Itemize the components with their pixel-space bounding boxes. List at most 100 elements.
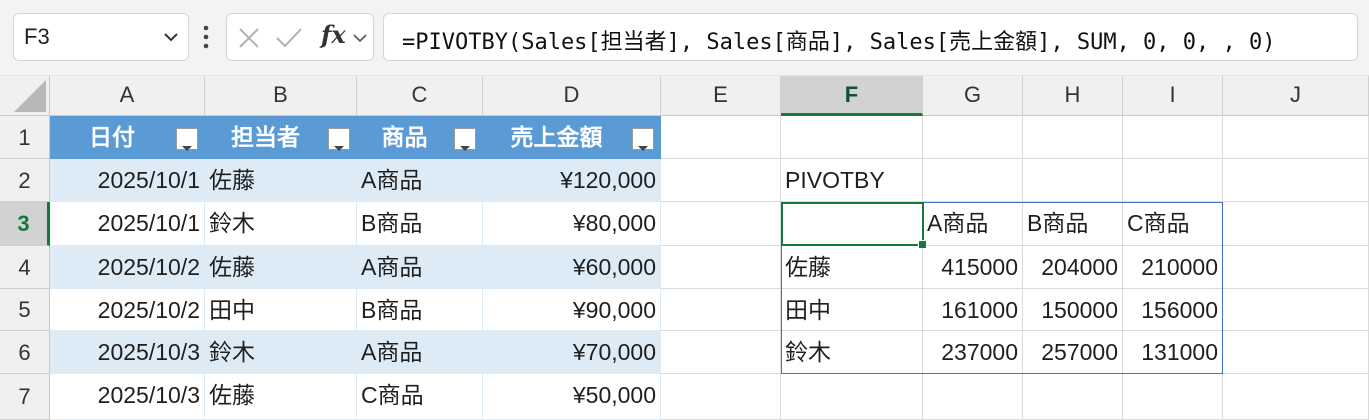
pivot-value-cell[interactable]: 210000: [1123, 246, 1223, 289]
pivot-title[interactable]: PIVOTBY: [781, 159, 923, 202]
table-cell[interactable]: A商品: [357, 159, 483, 202]
grid-cell[interactable]: [781, 374, 923, 420]
table-cell[interactable]: 2025/10/2: [50, 246, 205, 289]
grid-cell[interactable]: [923, 374, 1023, 420]
table-cell[interactable]: ¥60,000: [483, 246, 661, 289]
formula-input[interactable]: =PIVOTBY(Sales[担当者], Sales[商品], Sales[売上…: [383, 13, 1358, 61]
table-cell[interactable]: 2025/10/1: [50, 202, 205, 246]
grid-cell[interactable]: [781, 116, 923, 159]
table-cell[interactable]: ¥50,000: [483, 374, 661, 420]
grid-cell[interactable]: [1123, 374, 1223, 420]
table-cell[interactable]: C商品: [357, 374, 483, 420]
table-cell[interactable]: 佐藤: [205, 159, 357, 202]
chevron-down-icon[interactable]: [160, 26, 182, 48]
table-header-cell[interactable]: 担当者: [205, 116, 357, 159]
grid-cell[interactable]: [661, 202, 781, 246]
table-cell[interactable]: A商品: [357, 331, 483, 374]
grid-cell[interactable]: [1123, 116, 1223, 159]
column-header-b[interactable]: B: [205, 76, 357, 116]
fill-handle[interactable]: [918, 240, 927, 249]
column-header-d[interactable]: D: [483, 76, 661, 116]
grid-cell[interactable]: [1223, 202, 1369, 246]
table-cell[interactable]: 佐藤: [205, 246, 357, 289]
grid-cell[interactable]: [661, 159, 781, 202]
name-box[interactable]: F3: [13, 13, 189, 61]
grid-cell[interactable]: [1023, 374, 1123, 420]
grid-cell[interactable]: [661, 374, 781, 420]
grid-cell[interactable]: [1023, 116, 1123, 159]
table-cell[interactable]: 2025/10/1: [50, 159, 205, 202]
row-header-2[interactable]: 2: [0, 159, 50, 202]
column-header-g[interactable]: G: [923, 76, 1023, 116]
grid-cell[interactable]: [923, 159, 1023, 202]
grid-cell[interactable]: [1223, 331, 1369, 374]
grid-cell[interactable]: [661, 331, 781, 374]
column-header-j[interactable]: J: [1223, 76, 1369, 116]
row-header-1[interactable]: 1: [0, 116, 50, 159]
grid-cell[interactable]: [1223, 116, 1369, 159]
table-cell[interactable]: A商品: [357, 246, 483, 289]
pivot-row-label[interactable]: 鈴木: [781, 331, 923, 374]
pivot-value-cell[interactable]: 204000: [1023, 246, 1123, 289]
pivot-value-cell[interactable]: 150000: [1023, 289, 1123, 331]
table-cell[interactable]: ¥80,000: [483, 202, 661, 246]
table-cell[interactable]: B商品: [357, 202, 483, 246]
pivot-column-header[interactable]: B商品: [1023, 202, 1123, 246]
grid-cell[interactable]: [1023, 159, 1123, 202]
grid-cell[interactable]: [661, 289, 781, 331]
table-cell[interactable]: 2025/10/3: [50, 374, 205, 420]
table-cell[interactable]: 2025/10/2: [50, 289, 205, 331]
table-cell[interactable]: 鈴木: [205, 202, 357, 246]
pivot-value-cell[interactable]: 156000: [1123, 289, 1223, 331]
row-header-5[interactable]: 5: [0, 289, 50, 331]
chevron-down-icon[interactable]: [351, 30, 369, 46]
column-header-e[interactable]: E: [661, 76, 781, 116]
pivot-column-header[interactable]: C商品: [1123, 202, 1223, 246]
pivot-value-cell[interactable]: 237000: [923, 331, 1023, 374]
grid-cell[interactable]: [661, 246, 781, 289]
insert-function-button[interactable]: fx: [321, 20, 346, 49]
grid-cell[interactable]: [1123, 159, 1223, 202]
cancel-icon[interactable]: [237, 26, 261, 50]
table-header-cell[interactable]: 商品: [357, 116, 483, 159]
more-options-icon[interactable]: [199, 24, 213, 50]
filter-dropdown-button[interactable]: [176, 128, 198, 151]
column-header-h[interactable]: H: [1023, 76, 1123, 116]
grid-cell[interactable]: [1223, 374, 1369, 420]
pivot-row-label[interactable]: 佐藤: [781, 246, 923, 289]
select-all-corner[interactable]: [0, 76, 50, 116]
pivot-value-cell[interactable]: 415000: [923, 246, 1023, 289]
pivot-value-cell[interactable]: 131000: [1123, 331, 1223, 374]
row-header-7[interactable]: 7: [0, 374, 50, 420]
table-cell[interactable]: ¥120,000: [483, 159, 661, 202]
row-header-4[interactable]: 4: [0, 246, 50, 289]
row-header-3[interactable]: 3: [0, 202, 50, 246]
pivot-value-cell[interactable]: 257000: [1023, 331, 1123, 374]
filter-dropdown-button[interactable]: [454, 128, 476, 151]
column-header-f[interactable]: F: [781, 76, 923, 116]
table-cell[interactable]: 佐藤: [205, 374, 357, 420]
column-header-i[interactable]: I: [1123, 76, 1223, 116]
filter-dropdown-button[interactable]: [632, 128, 654, 151]
column-header-a[interactable]: A: [50, 76, 205, 116]
row-header-6[interactable]: 6: [0, 331, 50, 374]
table-cell[interactable]: 鈴木: [205, 331, 357, 374]
table-cell[interactable]: 田中: [205, 289, 357, 331]
pivot-row-label[interactable]: 田中: [781, 289, 923, 331]
table-header-cell[interactable]: 日付: [50, 116, 205, 159]
column-header-c[interactable]: C: [357, 76, 483, 116]
filter-dropdown-button[interactable]: [328, 128, 350, 151]
pivot-column-header[interactable]: A商品: [923, 202, 1023, 246]
table-cell[interactable]: ¥70,000: [483, 331, 661, 374]
table-cell[interactable]: 2025/10/3: [50, 331, 205, 374]
table-cell[interactable]: B商品: [357, 289, 483, 331]
grid-cell[interactable]: [923, 116, 1023, 159]
pivot-value-cell[interactable]: 161000: [923, 289, 1023, 331]
grid-cell[interactable]: [661, 116, 781, 159]
table-cell[interactable]: ¥90,000: [483, 289, 661, 331]
table-header-cell[interactable]: 売上金額: [483, 116, 661, 159]
grid-cell[interactable]: [1223, 289, 1369, 331]
grid-cell[interactable]: [1223, 246, 1369, 289]
grid-cell[interactable]: [1223, 159, 1369, 202]
enter-icon[interactable]: [275, 26, 303, 50]
